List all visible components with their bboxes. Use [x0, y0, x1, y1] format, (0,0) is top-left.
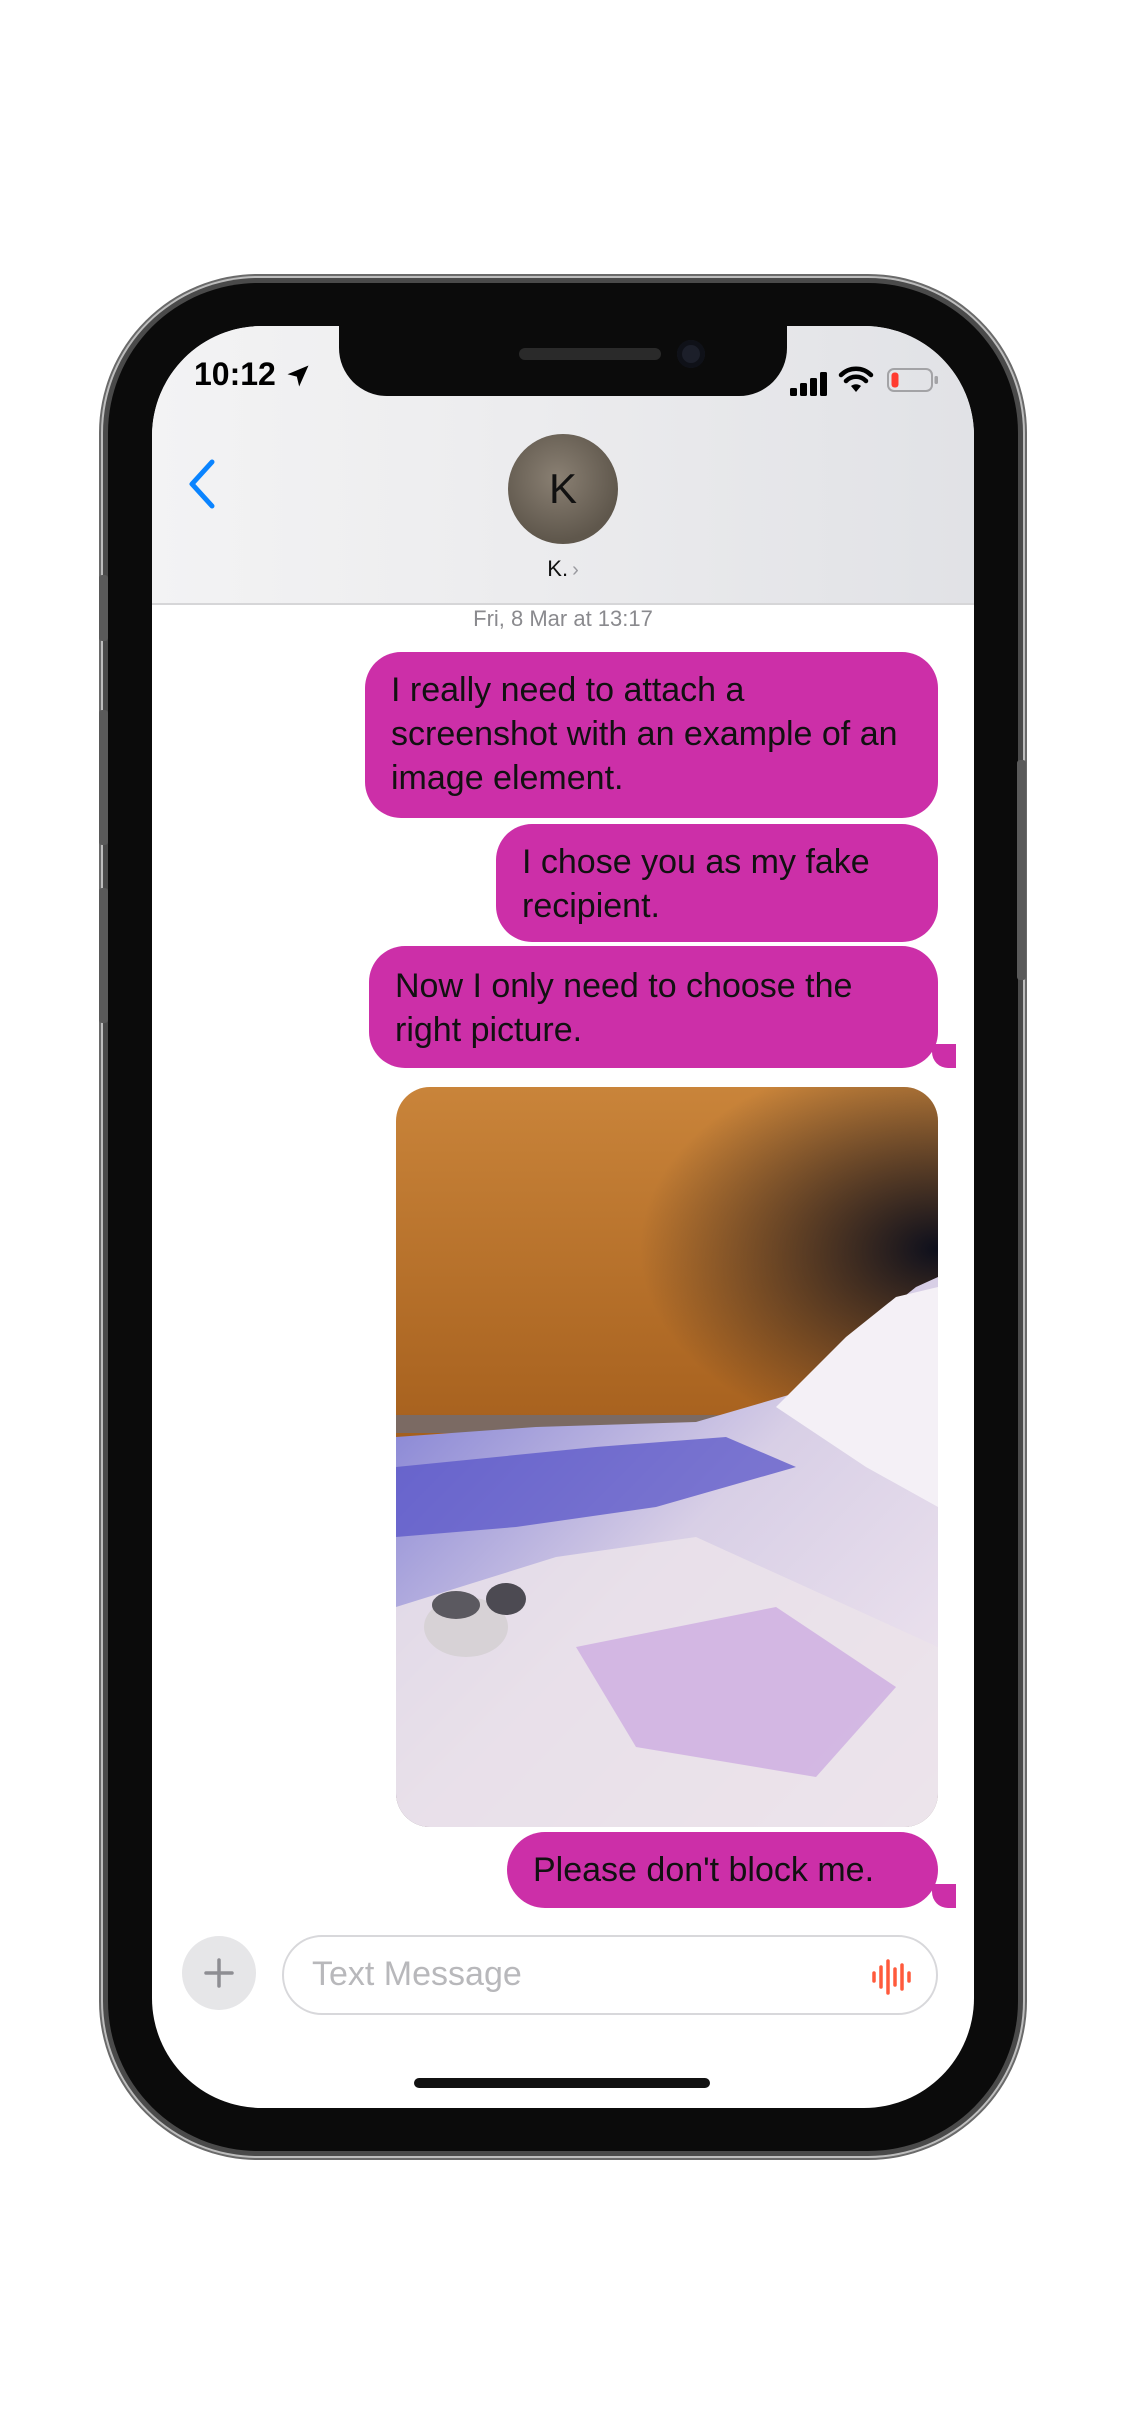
front-camera [677, 340, 705, 368]
contact-avatar[interactable]: K [508, 434, 618, 544]
side-button-mute [99, 575, 108, 641]
contact-name: K. [547, 556, 569, 581]
message-text: I chose you as my fake recipient. [522, 843, 870, 925]
bubble-tail [932, 1884, 956, 1908]
wifi-icon [838, 366, 874, 392]
location-arrow-icon [287, 365, 309, 387]
earpiece-speaker [519, 348, 661, 360]
message-text: I really need to attach a screenshot wit… [391, 671, 898, 797]
phone-screen: 10:12 K K. › Fri, 8 Mar at 13:17 I really… [152, 326, 974, 2108]
avatar-initial: K [548, 465, 577, 512]
chevron-right-icon: › [572, 559, 579, 581]
message-input-placeholder: Text Message [312, 1955, 522, 1993]
image-attachment[interactable] [396, 1087, 938, 1827]
battery-icon [887, 368, 938, 392]
status-time: 10:12 [194, 356, 276, 392]
message-input[interactable]: Text Message [282, 1935, 938, 2015]
apps-plus-button[interactable] [182, 1936, 256, 2010]
sent-message-bubble[interactable]: I really need to attach a screenshot wit… [365, 652, 938, 818]
sent-message-bubble[interactable]: Now I only need to choose the right pict… [369, 946, 938, 1068]
back-chevron-icon[interactable] [182, 456, 222, 512]
message-timestamp: Fri, 8 Mar at 13:17 [473, 606, 653, 631]
message-text: Please don't block me. [533, 1851, 875, 1889]
cellular-signal-icon [790, 372, 827, 396]
bubble-tail [932, 1044, 956, 1068]
plus-icon [204, 1958, 234, 1988]
side-button-volume-up [99, 710, 108, 845]
home-indicator [414, 2078, 710, 2088]
inverted-beach-photo [396, 1087, 938, 1827]
contact-name-button[interactable]: K. › [152, 556, 974, 582]
notch [339, 326, 787, 396]
sent-message-bubble[interactable]: Please don't block me. [507, 1832, 938, 1908]
side-button-volume-down [99, 888, 108, 1023]
sent-message-bubble[interactable]: I chose you as my fake recipient. [496, 824, 938, 942]
audio-waveform-icon[interactable] [870, 1957, 914, 1997]
side-button-power [1017, 760, 1026, 980]
message-text: Now I only need to choose the right pict… [395, 967, 853, 1049]
